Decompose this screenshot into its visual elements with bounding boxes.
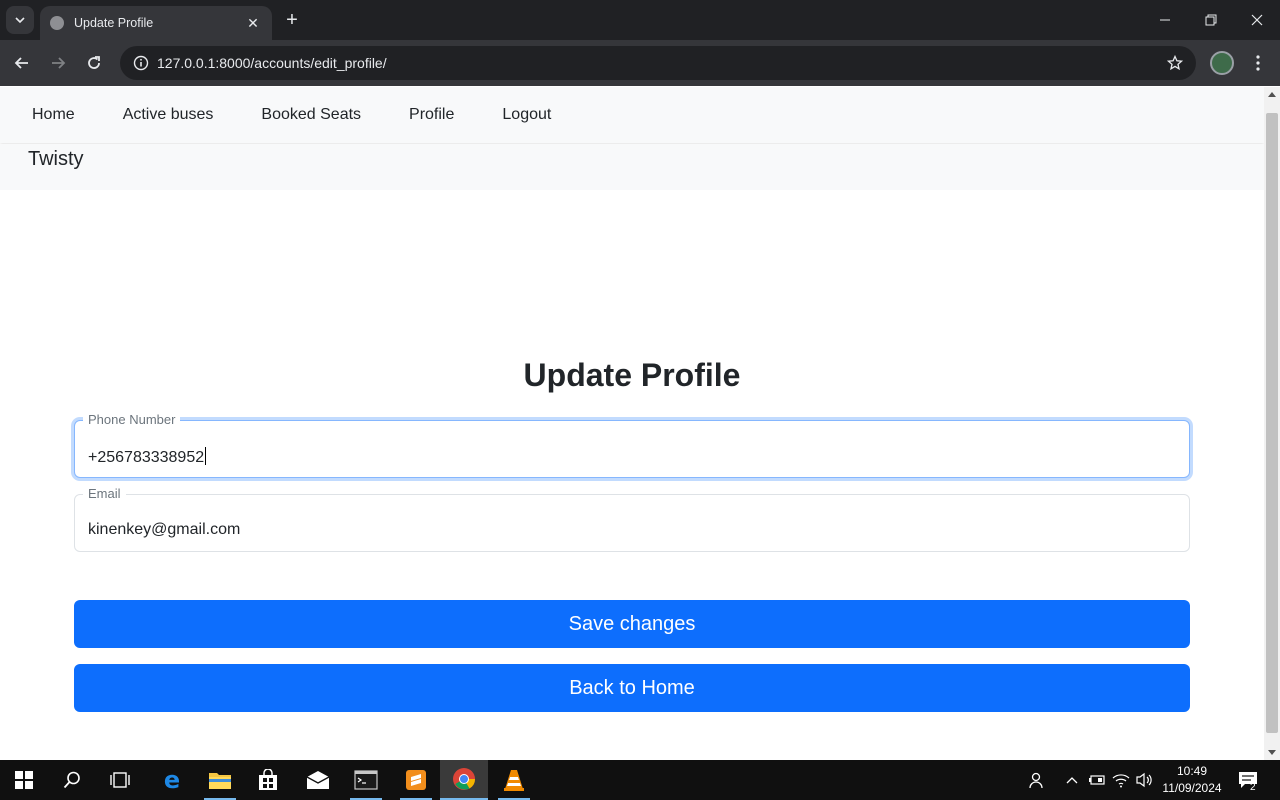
store-bag-icon <box>259 769 277 790</box>
scrollbar-thumb[interactable] <box>1266 113 1278 733</box>
browser-tab[interactable]: Update Profile ✕ <box>40 6 272 40</box>
close-window-button[interactable] <box>1234 0 1280 40</box>
task-view-button[interactable] <box>96 760 144 800</box>
battery-status-button[interactable] <box>1086 760 1108 800</box>
terminal-taskbar-button[interactable] <box>342 760 390 800</box>
clock-time: 10:49 <box>1176 764 1208 778</box>
tab-title: Update Profile <box>74 16 154 30</box>
profile-avatar[interactable] <box>1210 51 1234 75</box>
phone-number-value: +256783338952 <box>88 449 205 466</box>
save-changes-button[interactable]: Save changes <box>74 600 1190 648</box>
sublime-text-taskbar-button[interactable] <box>392 760 440 800</box>
brand-bar: Twisty <box>0 144 1264 190</box>
volume-button[interactable] <box>1134 760 1156 800</box>
tab-search-button[interactable] <box>6 6 34 34</box>
phone-number-field[interactable]: Phone Number +256783338952 <box>74 412 1190 478</box>
speaker-icon <box>1136 772 1152 788</box>
network-status-button[interactable] <box>1110 760 1132 800</box>
phone-number-input[interactable]: +256783338952 <box>88 447 207 467</box>
notification-count: 2 <box>1250 782 1256 793</box>
site-brand[interactable]: Twisty <box>28 144 84 174</box>
folder-icon <box>209 773 231 789</box>
back-button[interactable] <box>8 49 36 77</box>
chrome-taskbar-button[interactable] <box>440 760 488 800</box>
forward-button[interactable] <box>44 49 72 77</box>
task-view-icon <box>110 772 130 788</box>
nav-link-booked-seats[interactable]: Booked Seats <box>237 87 385 143</box>
edge-taskbar-button[interactable]: e <box>148 760 196 800</box>
minimize-button[interactable] <box>1142 0 1188 40</box>
site-navbar: Home Active buses Booked Seats Profile L… <box>0 87 1264 143</box>
reload-icon <box>88 56 100 69</box>
mail-taskbar-button[interactable] <box>294 760 342 800</box>
mail-icon <box>306 771 330 789</box>
scroll-down-icon[interactable] <box>1268 750 1276 755</box>
chrome-icon <box>453 768 475 790</box>
chevron-up-icon <box>1066 777 1078 784</box>
more-vertical-icon <box>1256 55 1260 71</box>
restore-icon <box>1205 14 1217 26</box>
reload-button[interactable] <box>80 49 108 77</box>
battery-icon <box>1089 775 1105 785</box>
page-title: Update Profile <box>523 357 741 393</box>
people-button[interactable] <box>1026 760 1048 800</box>
address-bar[interactable]: 127.0.0.1:8000/accounts/edit_profile/ <box>120 46 1196 80</box>
vlc-taskbar-button[interactable] <box>490 760 538 800</box>
taskbar-clock[interactable]: 10:49 11/09/2024 <box>1156 763 1228 797</box>
globe-icon <box>50 16 64 30</box>
phone-number-label: Phone Number <box>83 412 181 427</box>
browser-menu-button[interactable] <box>1248 49 1268 77</box>
search-button[interactable] <box>48 760 96 800</box>
nav-link-profile[interactable]: Profile <box>385 87 478 143</box>
chevron-down-icon <box>15 17 25 24</box>
text-caret <box>205 447 207 465</box>
show-hidden-icons-button[interactable] <box>1062 760 1082 800</box>
close-icon <box>1251 14 1263 26</box>
nav-link-home[interactable]: Home <box>8 87 99 143</box>
email-field[interactable]: Email kinenkey@gmail.com <box>74 486 1190 552</box>
windows-taskbar: e 10:49 11/09/2024 2 <box>0 760 1280 800</box>
nav-link-logout[interactable]: Logout <box>478 87 575 143</box>
clock-date: 11/09/2024 <box>1162 781 1222 795</box>
vlc-cone-icon <box>504 770 524 791</box>
wifi-icon <box>1112 774 1130 788</box>
bookmark-star-icon[interactable] <box>1164 52 1186 74</box>
minimize-icon <box>1160 19 1170 21</box>
file-explorer-taskbar-button[interactable] <box>196 760 244 800</box>
browser-tab-strip: Update Profile ✕ + <box>0 0 1280 40</box>
tab-close-button[interactable]: ✕ <box>244 15 262 32</box>
page-viewport: Home Active buses Booked Seats Profile L… <box>0 87 1264 760</box>
action-center-button[interactable] <box>1236 760 1260 800</box>
browser-toolbar: 127.0.0.1:8000/accounts/edit_profile/ <box>0 40 1280 86</box>
start-button[interactable] <box>0 760 48 800</box>
arrow-left-icon <box>14 57 28 69</box>
store-taskbar-button[interactable] <box>244 760 292 800</box>
arrow-right-icon <box>52 57 66 69</box>
scroll-up-icon[interactable] <box>1268 92 1276 97</box>
email-label: Email <box>83 486 126 501</box>
svg-text:e: e <box>164 769 180 791</box>
site-info-icon[interactable] <box>128 50 154 76</box>
nav-link-active-buses[interactable]: Active buses <box>99 87 238 143</box>
email-input[interactable]: kinenkey@gmail.com <box>88 521 240 539</box>
url-text: 127.0.0.1:8000/accounts/edit_profile/ <box>157 55 387 71</box>
new-tab-button[interactable]: + <box>280 8 304 32</box>
windows-logo-icon <box>15 771 33 789</box>
terminal-icon <box>354 770 378 790</box>
page-scrollbar[interactable] <box>1264 87 1280 760</box>
back-to-home-button[interactable]: Back to Home <box>74 664 1190 712</box>
edge-icon: e <box>164 769 180 791</box>
sublime-text-icon <box>406 770 426 790</box>
restore-button[interactable] <box>1188 0 1234 40</box>
search-icon <box>63 771 80 789</box>
people-icon <box>1029 772 1043 789</box>
